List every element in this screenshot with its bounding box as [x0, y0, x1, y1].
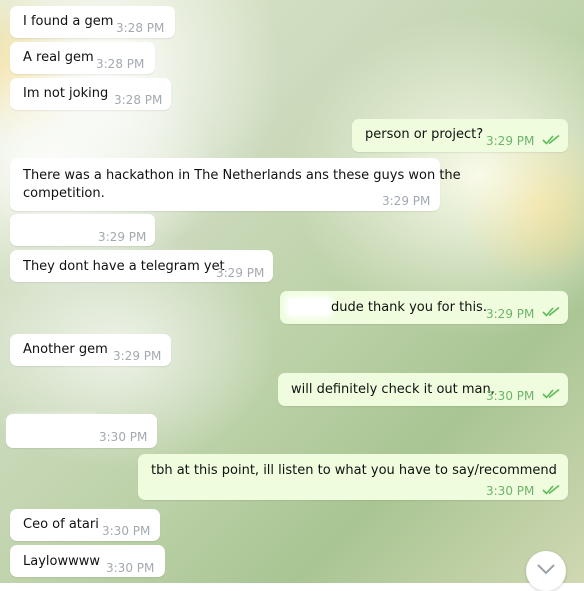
- message-text: They dont have a telegram yet: [23, 259, 225, 274]
- message-incoming[interactable]: 3:30 PM: [6, 414, 157, 448]
- message-time: 3:28 PM: [114, 93, 163, 107]
- message-time: 3:29 PM: [216, 266, 265, 280]
- message-incoming[interactable]: Im not joking 3:28 PM: [10, 78, 171, 110]
- double-check-icon: [542, 134, 560, 145]
- double-check-icon: [542, 484, 560, 495]
- message-incoming[interactable]: Another gem 3:29 PM: [10, 334, 171, 366]
- message-time: 3:29 PM: [98, 230, 147, 244]
- message-text: Ceo of atari: [23, 517, 99, 532]
- message-text: will definitely check it out man,: [291, 382, 495, 397]
- redacted-content: [12, 418, 96, 440]
- message-incoming[interactable]: They dont have a telegram yet 3:29 PM: [10, 250, 273, 282]
- redacted-content: [18, 220, 88, 234]
- message-time: 3:29 PM: [486, 307, 535, 321]
- message-incoming[interactable]: 3:29 PM: [10, 214, 155, 246]
- message-time: 3:29 PM: [382, 194, 431, 208]
- message-time: 3:30 PM: [486, 389, 535, 403]
- message-outgoing[interactable]: person or project? 3:29 PM: [352, 119, 568, 152]
- message-text: Im not joking: [23, 86, 109, 101]
- message-time: 3:29 PM: [113, 349, 162, 363]
- message-outgoing[interactable]: will definitely check it out man, 3:30 P…: [278, 373, 568, 406]
- message-outgoing[interactable]: dude thank you for this. 3:29 PM: [280, 291, 568, 324]
- message-text-line2: competition.: [23, 186, 105, 201]
- message-text: person or project?: [365, 127, 484, 142]
- message-text: Laylowwww: [23, 554, 100, 569]
- message-text-line1: There was a hackathon in The Netherlands…: [23, 168, 461, 183]
- message-outgoing[interactable]: tbh at this point, ill listen to what yo…: [138, 454, 568, 500]
- scroll-to-bottom-button[interactable]: [526, 551, 566, 591]
- double-check-icon: [542, 306, 560, 317]
- message-text: A real gem: [23, 50, 94, 65]
- message-incoming[interactable]: Ceo of atari 3:30 PM: [10, 509, 160, 541]
- double-check-icon: [542, 388, 560, 399]
- message-incoming[interactable]: Laylowwww 3:30 PM: [10, 545, 165, 577]
- chevron-down-icon: [537, 564, 555, 575]
- message-time: 3:30 PM: [102, 524, 151, 538]
- message-time: 3:28 PM: [116, 21, 165, 35]
- message-text: dude thank you for this.: [331, 300, 487, 315]
- message-time: 3:30 PM: [106, 561, 155, 575]
- message-time: 3:30 PM: [99, 430, 148, 444]
- message-incoming[interactable]: I found a gem 3:28 PM: [10, 6, 175, 38]
- redacted-content: [288, 299, 330, 315]
- message-time: 3:29 PM: [486, 134, 535, 148]
- message-time: 3:30 PM: [486, 484, 535, 498]
- message-text: Another gem: [23, 342, 108, 357]
- message-text: I found a gem: [23, 14, 114, 29]
- message-text: tbh at this point, ill listen to what yo…: [151, 463, 557, 478]
- message-incoming[interactable]: There was a hackathon in The Netherlands…: [10, 158, 461, 211]
- message-incoming[interactable]: A real gem 3:28 PM: [10, 42, 155, 74]
- message-time: 3:28 PM: [96, 57, 145, 71]
